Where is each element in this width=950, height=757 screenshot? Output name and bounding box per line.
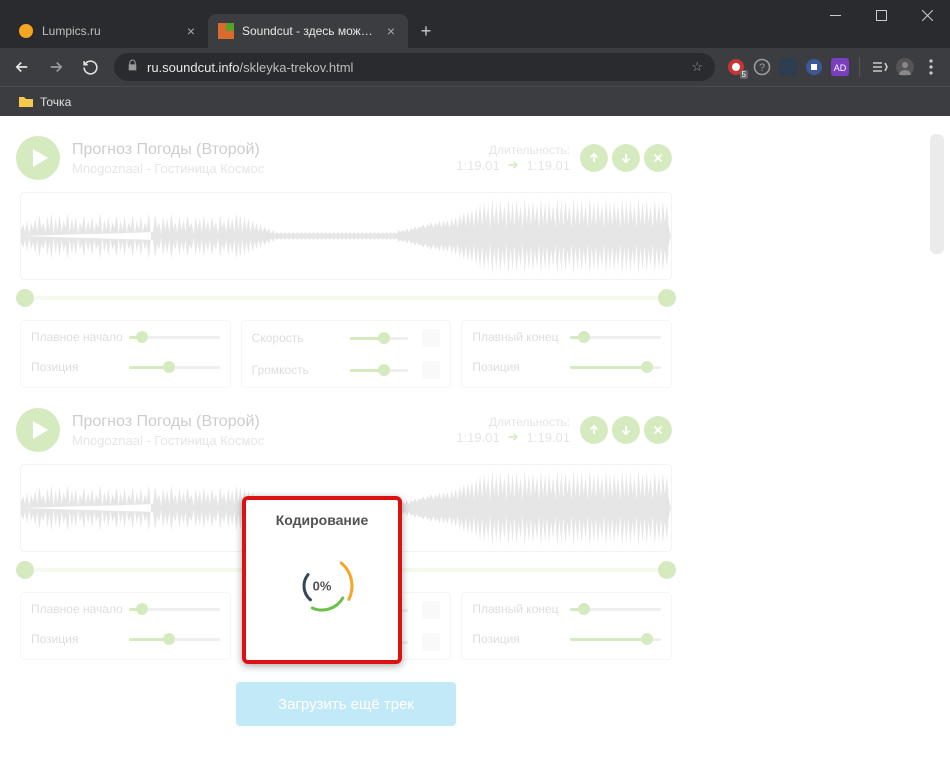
- back-button[interactable]: [6, 51, 38, 83]
- tab-title: Lumpics.ru: [42, 24, 178, 38]
- star-icon[interactable]: ☆: [691, 59, 703, 75]
- extension-icon[interactable]: [805, 58, 823, 76]
- site-icon: [18, 23, 34, 39]
- progress-text: 0%: [313, 579, 332, 594]
- bookmarks-bar: Точка: [0, 86, 950, 116]
- menu-button[interactable]: [922, 58, 940, 76]
- modal-title: Кодирование: [256, 512, 388, 528]
- maximize-button[interactable]: [858, 0, 904, 30]
- reload-button[interactable]: [74, 51, 106, 83]
- help-icon[interactable]: ?: [753, 58, 771, 76]
- url-path: /skleyka-trekov.html: [240, 60, 354, 75]
- encoding-modal: Кодирование 0%: [246, 500, 398, 660]
- extension-icon[interactable]: [779, 58, 797, 76]
- folder-icon: [18, 94, 34, 110]
- site-icon: [218, 23, 234, 39]
- loading-overlay: [0, 116, 950, 757]
- profile-avatar[interactable]: [896, 58, 914, 76]
- close-icon[interactable]: ×: [184, 24, 198, 38]
- extension-icon[interactable]: 5: [727, 58, 745, 76]
- new-tab-button[interactable]: +: [412, 17, 440, 45]
- lock-icon: [126, 59, 139, 75]
- address-bar: ru.soundcut.info/skleyka-trekov.html ☆ 5…: [0, 48, 950, 86]
- page-viewport: Прогноз Погоды (Второй) Mnogoznaal - Гос…: [0, 116, 950, 757]
- close-window-button[interactable]: [904, 0, 950, 30]
- bookmark-item[interactable]: Точка: [10, 90, 79, 114]
- forward-button[interactable]: [40, 51, 72, 83]
- minimize-button[interactable]: [812, 0, 858, 30]
- tab-title: Soundcut - здесь можно обрезать: [242, 24, 378, 38]
- spinner-icon: 0%: [282, 546, 362, 626]
- extension-icon[interactable]: AD: [831, 58, 849, 76]
- bookmark-label: Точка: [40, 95, 71, 109]
- svg-text:?: ?: [759, 62, 765, 74]
- url-domain: ru.soundcut.info: [147, 60, 240, 75]
- extensions-row: 5 ? AD: [723, 57, 944, 77]
- tab-inactive[interactable]: Lumpics.ru ×: [8, 14, 208, 48]
- svg-text:AD: AD: [834, 63, 847, 73]
- reading-list-icon[interactable]: [870, 58, 888, 76]
- url-input[interactable]: ru.soundcut.info/skleyka-trekov.html ☆: [114, 53, 715, 81]
- tab-active[interactable]: Soundcut - здесь можно обрезать ×: [208, 14, 408, 48]
- close-icon[interactable]: ×: [384, 24, 398, 38]
- window-controls: [812, 0, 950, 48]
- browser-titlebar: Lumpics.ru × Soundcut - здесь можно обре…: [0, 0, 950, 48]
